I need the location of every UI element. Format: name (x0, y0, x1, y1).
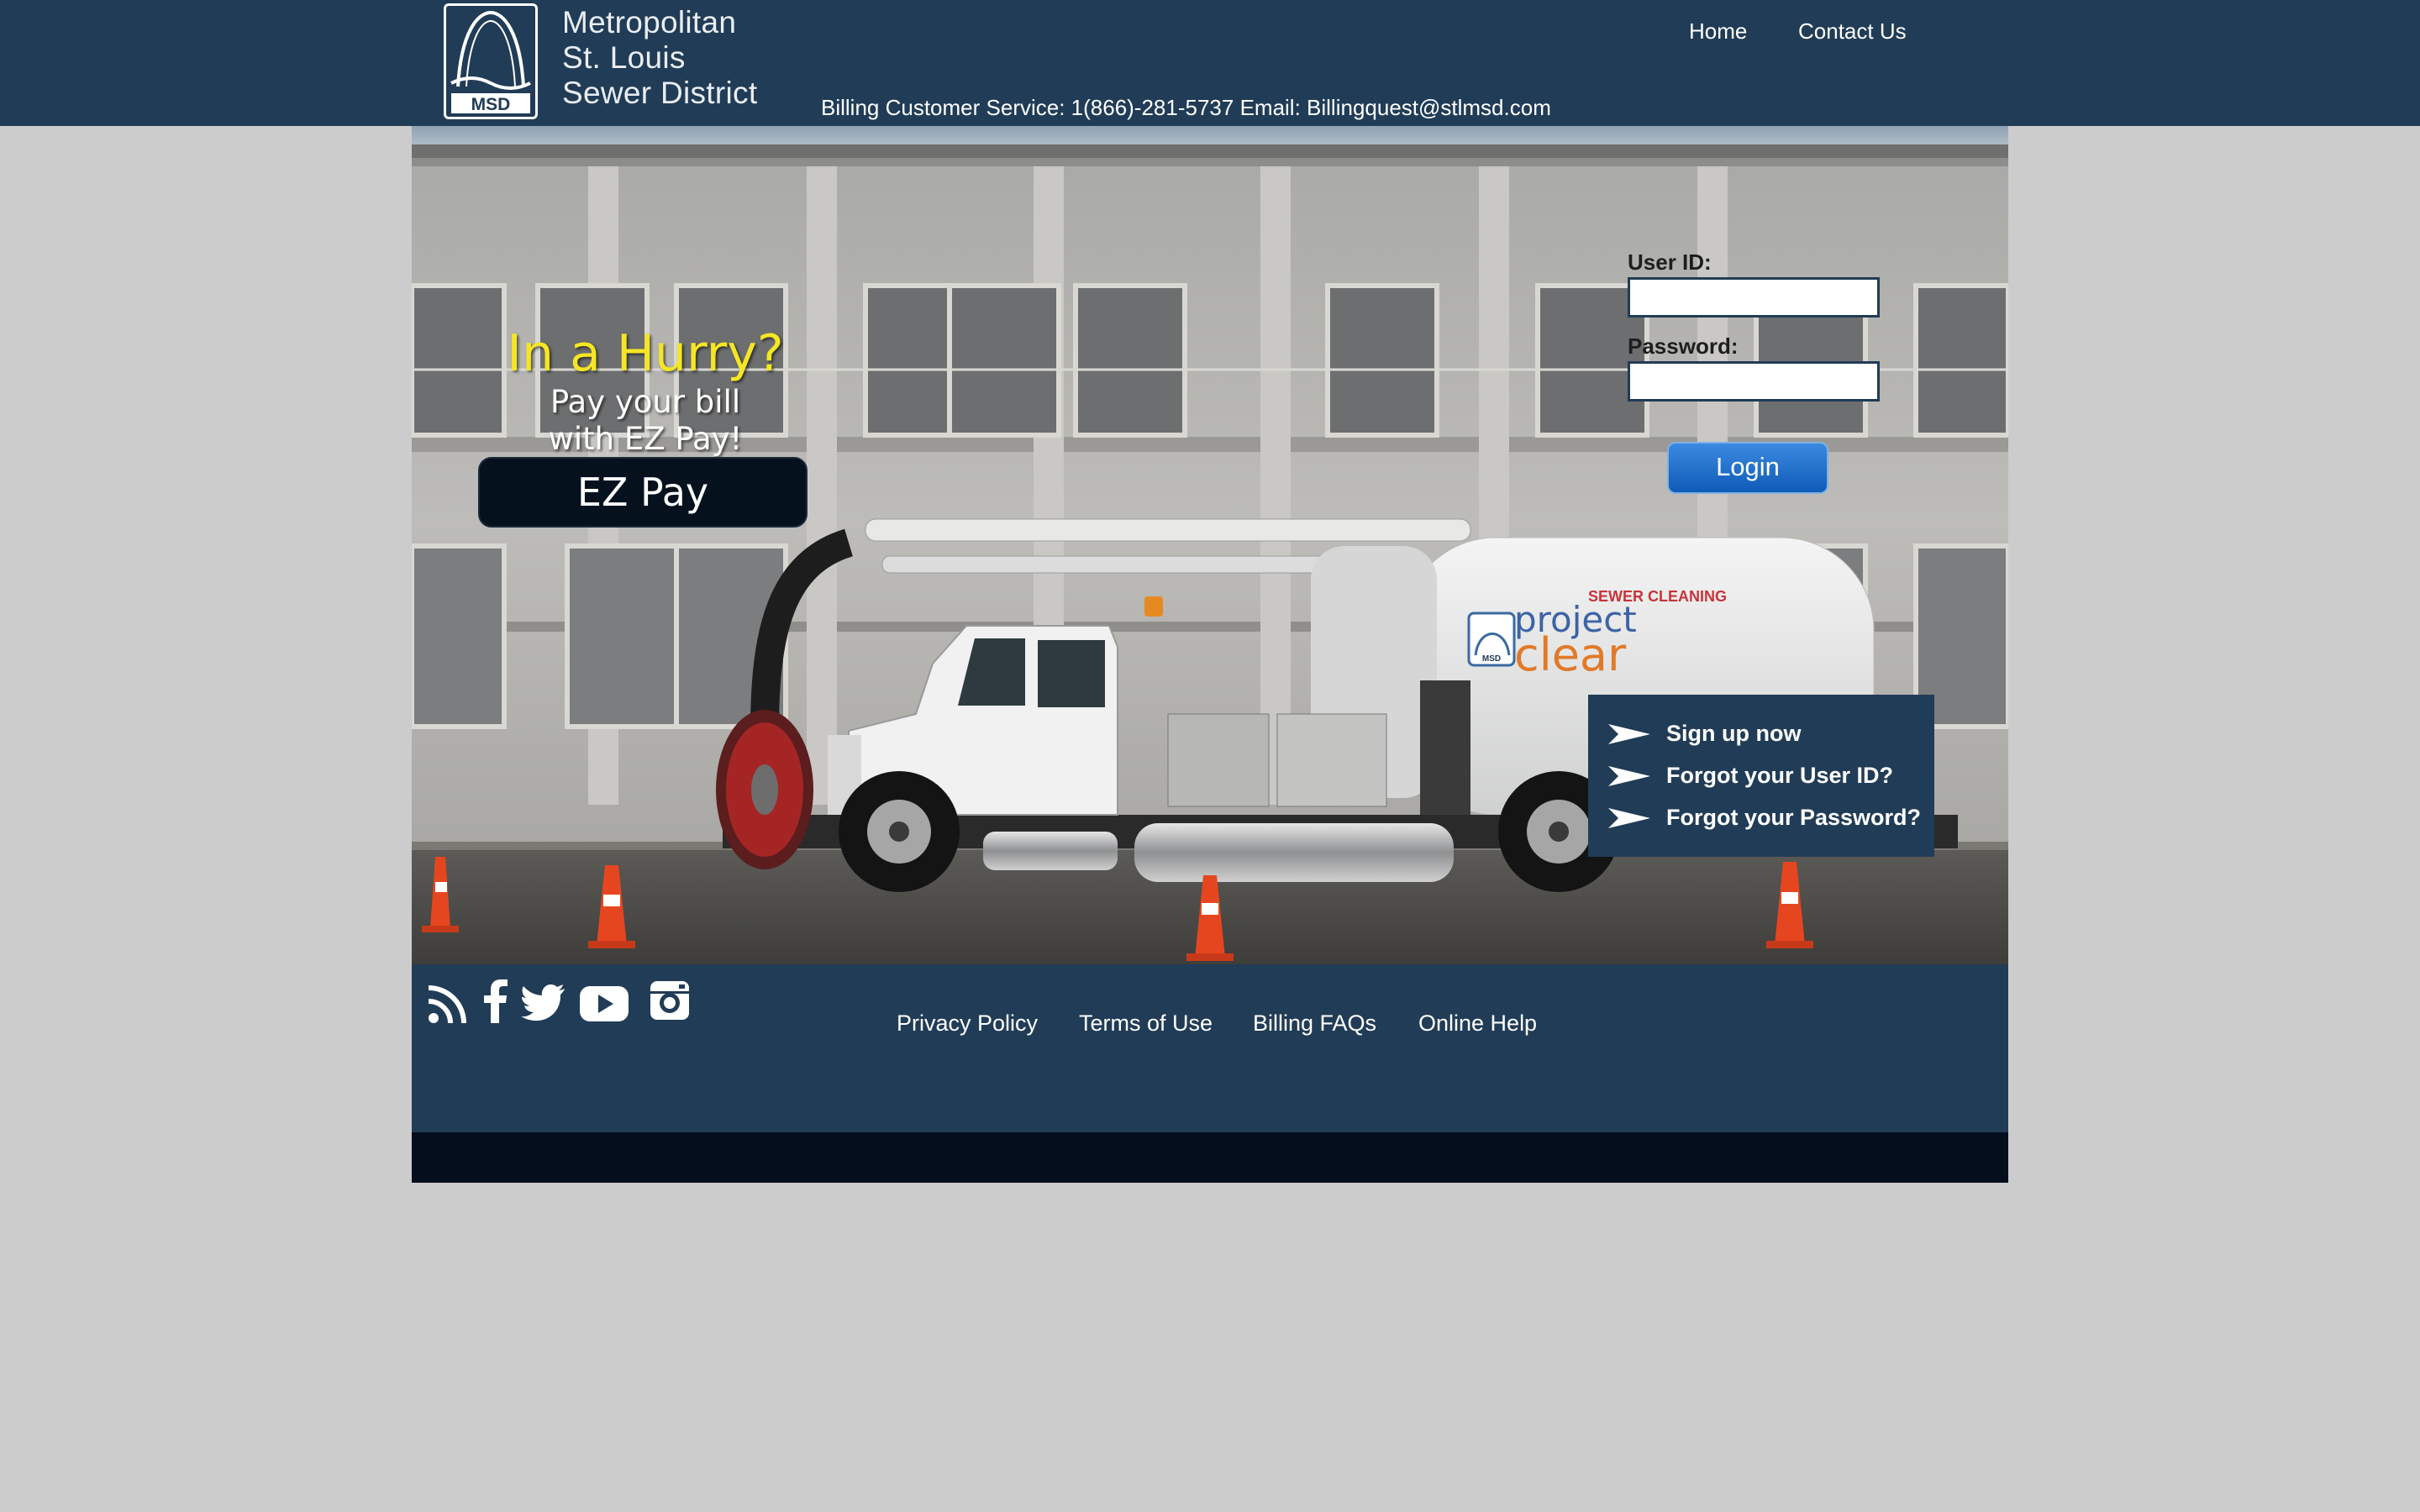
forgot-password-link[interactable]: Forgot your Password? (1588, 800, 1934, 842)
sign-up-label: Sign up now (1666, 721, 1802, 746)
logo-line-1: Metropolitan (562, 5, 737, 39)
terms-of-use-link[interactable]: Terms of Use (1079, 1011, 1213, 1037)
arrow-icon (1608, 724, 1650, 744)
login-form: User ID: Password: Login (1628, 249, 1897, 494)
site-header: MSD Metropolitan St. Louis Sewer Distric… (0, 0, 2420, 126)
arrow-icon (1608, 808, 1650, 828)
billing-service-info: Billing Customer Service: 1(866)-281-573… (821, 95, 1551, 120)
promo-subline-1: Pay your bill (550, 384, 741, 420)
billing-faqs-link[interactable]: Billing FAQs (1253, 1011, 1376, 1037)
truck-brand-line2: clear (1514, 628, 1627, 681)
rss-icon[interactable] (427, 984, 467, 1025)
promo-headline: In a Hurry? (507, 324, 784, 383)
user-id-label: User ID: (1628, 249, 1712, 275)
ez-pay-promo: In a Hurry? Pay your bill with EZ Pay! (477, 323, 813, 458)
nav-home-link[interactable]: Home (1689, 18, 1747, 45)
logo-line-3: Sewer District (562, 76, 758, 110)
arrow-icon (1608, 766, 1650, 786)
nav-contact-link[interactable]: Contact Us (1798, 18, 1907, 45)
youtube-icon[interactable] (580, 986, 629, 1021)
password-input[interactable] (1628, 361, 1880, 402)
logo-abbrev: MSD (471, 95, 511, 114)
forgot-user-id-link[interactable]: Forgot your User ID? (1588, 758, 1934, 800)
truck-emblem: MSD (1482, 654, 1501, 664)
logo-line-2: St. Louis (562, 40, 686, 75)
site-footer: Privacy Policy Terms of Use Billing FAQs… (412, 964, 2008, 1132)
footer-bottom-bar (412, 1132, 2008, 1183)
ez-pay-button[interactable]: EZ Pay (478, 457, 808, 528)
promo-subline-2: with EZ Pay! (548, 421, 743, 457)
privacy-policy-link[interactable]: Privacy Policy (897, 1011, 1038, 1037)
msd-logo[interactable]: MSD (444, 3, 538, 119)
password-label: Password: (1628, 333, 1739, 359)
login-button[interactable]: Login (1667, 442, 1828, 494)
forgot-password-label: Forgot your Password? (1666, 805, 1922, 830)
account-links-panel: Sign up now Forgot your User ID? Forgot … (1588, 695, 1934, 857)
facebook-icon[interactable] (484, 979, 508, 1023)
online-help-link[interactable]: Online Help (1418, 1011, 1537, 1037)
logo-wordmark: Metropolitan St. Louis Sewer District (562, 5, 757, 111)
arch-logo-icon: MSD (450, 10, 531, 114)
sign-up-link[interactable]: Sign up now (1588, 716, 1934, 758)
user-id-input[interactable] (1628, 277, 1880, 318)
forgot-user-id-label: Forgot your User ID? (1666, 763, 1894, 788)
hero-banner: SEWER CLEANING MSD project clear In a Hu… (412, 126, 2008, 964)
twitter-icon[interactable] (521, 984, 565, 1021)
instagram-icon[interactable] (649, 979, 691, 1021)
